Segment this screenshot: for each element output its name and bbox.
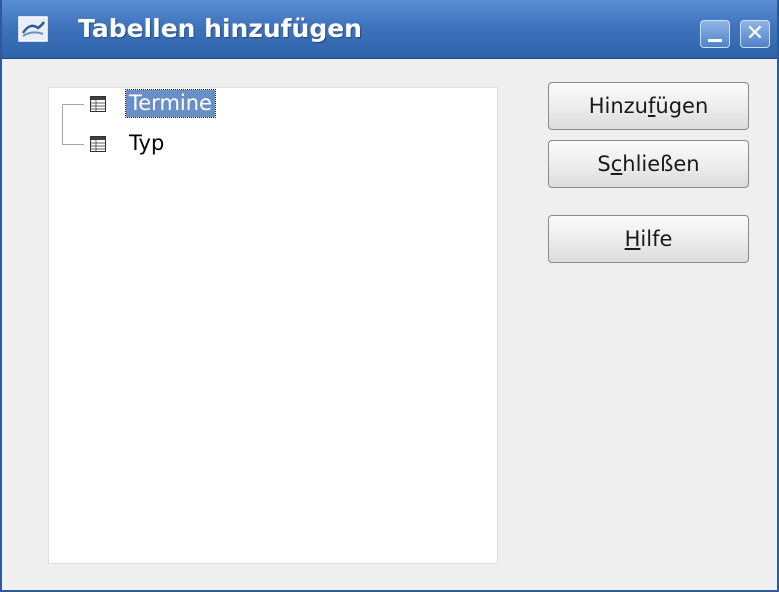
close-button[interactable]: Schließen: [548, 140, 749, 188]
table-icon: [90, 96, 106, 112]
help-button-label: Hilfe: [624, 227, 673, 251]
tree-connector: [62, 104, 84, 105]
minimize-icon: [708, 38, 722, 42]
window-title: Tabellen hinzufügen: [78, 14, 362, 43]
dialog-window: Tabellen hinzufügen ✕ Termine Typ Hinzuf…: [0, 0, 779, 592]
close-button-label: Schließen: [597, 152, 700, 176]
help-button[interactable]: Hilfe: [548, 215, 749, 263]
minimize-button[interactable]: [700, 20, 730, 48]
add-button-label: Hinzufügen: [588, 94, 709, 118]
tree-connector: [62, 144, 84, 145]
tree-item-termine[interactable]: Termine: [125, 89, 216, 118]
table-icon: [90, 136, 106, 152]
app-icon: [18, 16, 48, 42]
tree-connector: [62, 104, 63, 144]
title-bar[interactable]: Tabellen hinzufügen ✕: [2, 0, 777, 59]
tree-item-typ[interactable]: Typ: [129, 130, 164, 157]
close-window-button[interactable]: ✕: [740, 20, 770, 48]
add-button[interactable]: Hinzufügen: [548, 82, 749, 130]
close-icon: ✕: [745, 21, 765, 46]
table-tree[interactable]: [48, 87, 498, 564]
